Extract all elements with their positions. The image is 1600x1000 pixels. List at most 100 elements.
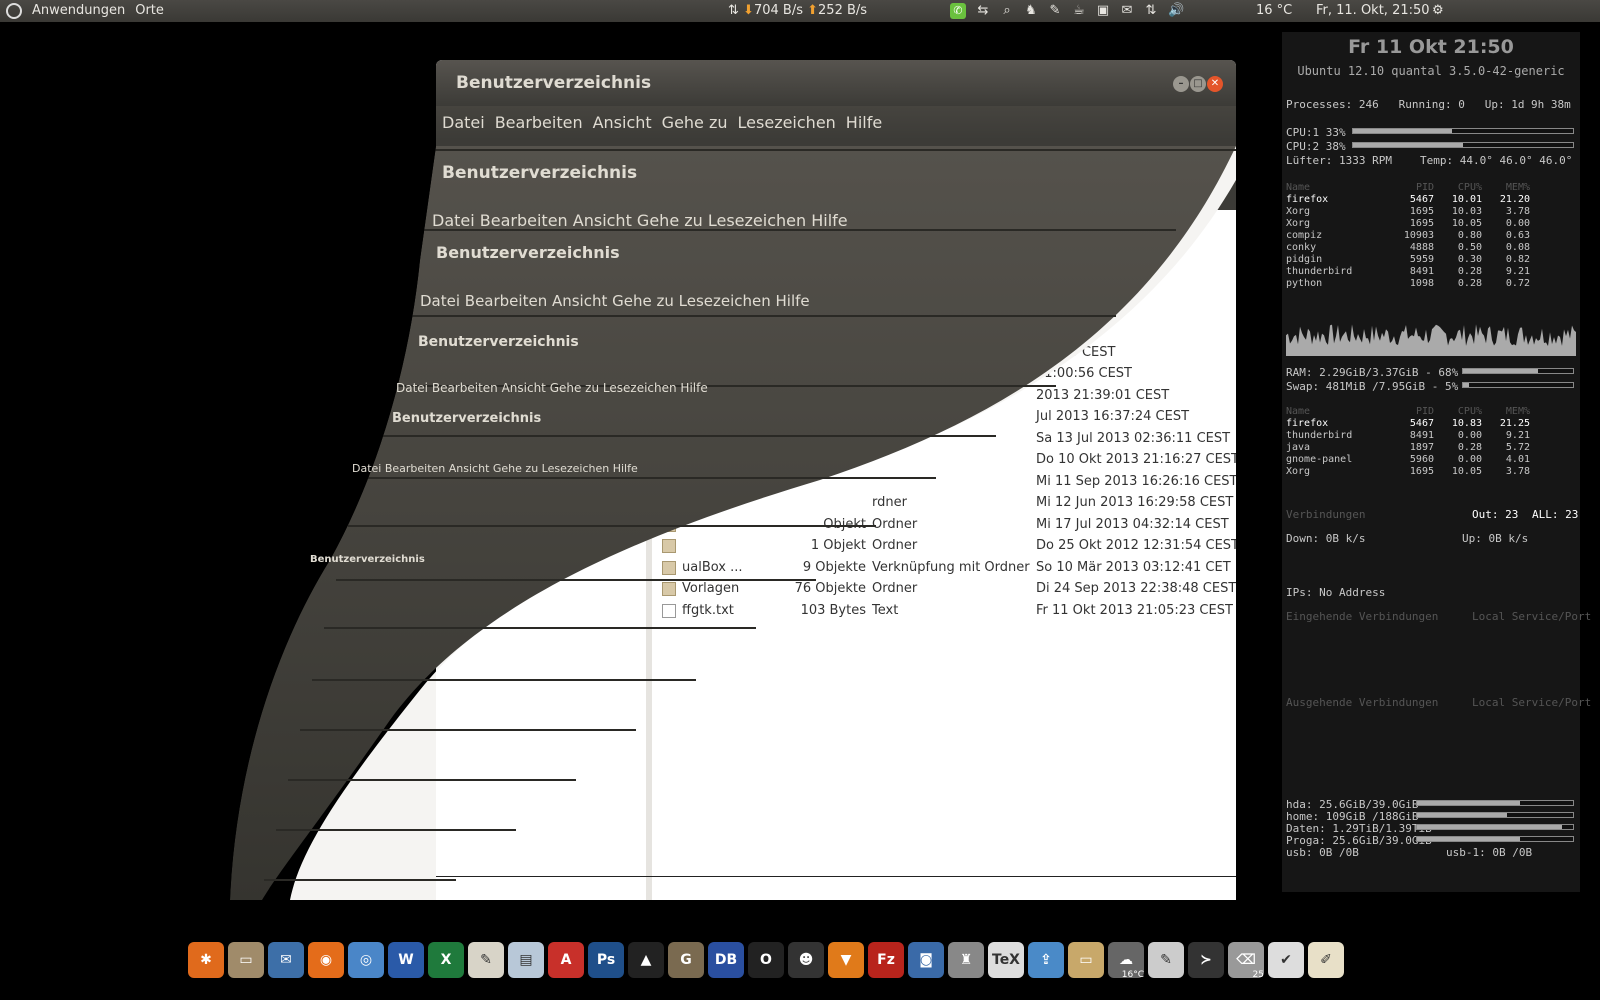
file-size: 76 Objekte	[794, 581, 866, 596]
gear-icon[interactable]: ⚙	[1432, 0, 1444, 22]
folder-icon	[662, 496, 676, 510]
fox-icon[interactable]: ♞	[1024, 0, 1038, 22]
database-icon[interactable]: DB	[708, 942, 744, 978]
file-row[interactable]: Mi 11 Sep 2013 16:26:16 CEST	[652, 471, 1236, 493]
file-date: :30 CEST	[1036, 323, 1095, 338]
word-icon[interactable]: W	[388, 942, 424, 978]
process-cell: 5467	[1409, 418, 1434, 429]
window-titlebar[interactable]: Benutzerverzeichnis – □ ✕	[436, 60, 1236, 106]
dock-glyph: ◎	[359, 952, 373, 968]
cup-icon[interactable]: ☕	[1072, 0, 1086, 22]
file-row[interactable]: CEST	[652, 256, 1236, 278]
file-row[interactable]: Objekt Ordner Mi 17 Jul 2013 04:32:14 CEST	[652, 514, 1236, 536]
places-menu[interactable]: Orte	[135, 0, 164, 22]
folder-icon[interactable]: ▭	[1068, 942, 1104, 978]
file-list[interactable]: CEST CEST CEST CEST:30 CEST:19:35 CEST 01:00…	[652, 210, 1236, 900]
file-row[interactable]: 01:00:56 CEST	[652, 363, 1236, 385]
download-arrow-icon: ⬇	[743, 3, 754, 18]
file-row[interactable]: Do 10 Okt 2013 21:16:27 CEST	[652, 449, 1236, 471]
terminal-icon[interactable]: ≻	[1188, 942, 1224, 978]
menu-ansicht[interactable]: Ansicht	[593, 113, 652, 132]
network-icon[interactable]: ⇅	[1144, 0, 1158, 22]
notes-icon[interactable]: ✐	[1308, 942, 1344, 978]
conky-cpu-process-table: Name PID CPU% MEM% firefox 5467 10.01 21.20 Xorg…	[1286, 182, 1538, 290]
weather-icon[interactable]: ☁ 16°C	[1108, 942, 1144, 980]
file-row[interactable]: Vorlagen 76 Objekte Ordner Di 24 Sep 2013 2…	[652, 578, 1236, 600]
alien-icon[interactable]: ☻	[788, 942, 824, 978]
file-row[interactable]: 2013 21:39:01 CEST	[652, 385, 1236, 407]
notes-icon[interactable]: ✎	[1048, 0, 1062, 22]
applications-menu[interactable]: Anwendungen	[32, 0, 125, 22]
panel-menus: Anwendungen Orte	[6, 0, 164, 22]
mail-icon[interactable]: ✉	[1120, 0, 1134, 22]
close-button[interactable]: ✕	[1207, 76, 1223, 92]
gimp-icon[interactable]: G	[668, 942, 704, 978]
file-row[interactable]: :30 CEST	[652, 320, 1236, 342]
thunderbird-icon[interactable]: ✉	[268, 942, 304, 978]
task-icon[interactable]: ✔	[1268, 942, 1304, 978]
search-icon[interactable]: ⌕	[1000, 0, 1014, 22]
window-toolbar	[436, 140, 1236, 210]
dash-home-icon[interactable]: ✱	[188, 942, 224, 978]
disk-bar-fill	[1417, 825, 1563, 829]
file-row[interactable]: CEST	[652, 277, 1236, 299]
menu-datei[interactable]: Datei	[442, 113, 485, 132]
file-row[interactable]: 1 Objekt Ordner Do 25 Okt 2012 12:31:54 CE…	[652, 535, 1236, 557]
excel-icon[interactable]: X	[428, 942, 464, 978]
file-name: Vorlagen	[682, 581, 740, 596]
conky-conn-all: ALL: 23	[1532, 508, 1579, 521]
file-date: Mi 11 Sep 2013 16:26:16 CEST	[1036, 473, 1236, 489]
process-row: thunderbird 8491 0.28 9.21	[1286, 266, 1538, 278]
file-row[interactable]: CEST	[652, 234, 1236, 256]
phone-icon[interactable]: ✆	[950, 3, 966, 19]
minimize-button[interactable]: –	[1173, 76, 1189, 92]
file-row[interactable]: ualBox ... 9 Objekte Verknüpfung mit Ordne…	[652, 557, 1236, 579]
chromium-icon[interactable]: ◎	[348, 942, 384, 978]
drive-icon[interactable]: ▣	[1096, 0, 1110, 22]
filezilla-icon[interactable]: Fz	[868, 942, 904, 978]
file-date: So 10 Mär 2013 03:12:41 CET	[1036, 559, 1231, 575]
menu-gehe-zu[interactable]: Gehe zu	[662, 113, 728, 132]
document-viewer-icon[interactable]: ▤	[508, 942, 544, 978]
dock-glyph: TeX	[992, 952, 1020, 968]
trash-icon[interactable]: ⌫ 25	[1228, 942, 1264, 980]
folder-icon	[662, 281, 676, 295]
file-row[interactable]: ffgtk.txt 103 Bytes Text Fr 11 Okt 2013 21:…	[652, 600, 1236, 622]
conky-connections-row: Verbindungen Out: 23 ALL: 23	[1286, 508, 1579, 521]
office-icon[interactable]: O	[748, 942, 784, 978]
weather-indicator[interactable]: 16 °C	[1256, 0, 1292, 22]
firefox-icon[interactable]: ◉	[308, 942, 344, 978]
upload-icon[interactable]: ⇪	[1028, 942, 1064, 978]
file-row[interactable]: CEST	[652, 299, 1236, 321]
file-row[interactable]: rdner Mi 12 Jun 2013 16:29:58 CEST	[652, 492, 1236, 514]
file-manager-window[interactable]: Benutzerverzeichnis – □ ✕ Datei Bearbeite…	[436, 60, 1236, 900]
photoshop-icon[interactable]: Ps	[588, 942, 624, 978]
disk-utility-icon[interactable]: ◙	[908, 942, 944, 978]
statue-icon[interactable]: ♜	[948, 942, 984, 978]
chat-icon[interactable]: ⇆	[976, 0, 990, 22]
menu-hilfe[interactable]: Hilfe	[846, 113, 882, 132]
maximize-button[interactable]: □	[1190, 76, 1206, 92]
table-header-cell: PID	[1415, 406, 1434, 417]
menu-bearbeiten[interactable]: Bearbeiten	[495, 113, 583, 132]
menu-lesezeichen[interactable]: Lesezeichen	[738, 113, 836, 132]
files-icon[interactable]: ▭	[228, 942, 264, 978]
dock-glyph: ✔	[1280, 952, 1292, 968]
file-row[interactable]: :19:35 CEST	[652, 342, 1236, 364]
volume-icon[interactable]: 🔊	[1168, 0, 1184, 22]
ubuntu-logo-icon[interactable]	[6, 3, 22, 19]
dock-glyph: A	[560, 952, 572, 968]
conky-incoming: Eingehende Verbindungen	[1286, 610, 1439, 623]
process-cell: 10.83	[1451, 418, 1482, 429]
inkscape-icon[interactable]: ▲	[628, 942, 664, 978]
places-sidebar[interactable]	[436, 210, 652, 900]
vlc-icon[interactable]: ▼	[828, 942, 864, 978]
file-row[interactable]: Sa 13 Jul 2013 02:36:11 CEST	[652, 428, 1236, 450]
table-header-cell: CPU%	[1457, 406, 1482, 417]
text-editor-icon[interactable]: ✎	[468, 942, 504, 978]
tex-icon[interactable]: TeX	[988, 942, 1024, 978]
pdf-icon[interactable]: A	[548, 942, 584, 978]
panel-clock[interactable]: Fr, 11. Okt, 21:50	[1316, 0, 1430, 22]
notepad-icon[interactable]: ✎	[1148, 942, 1184, 978]
file-row[interactable]: Jul 2013 16:37:24 CEST	[652, 406, 1236, 428]
